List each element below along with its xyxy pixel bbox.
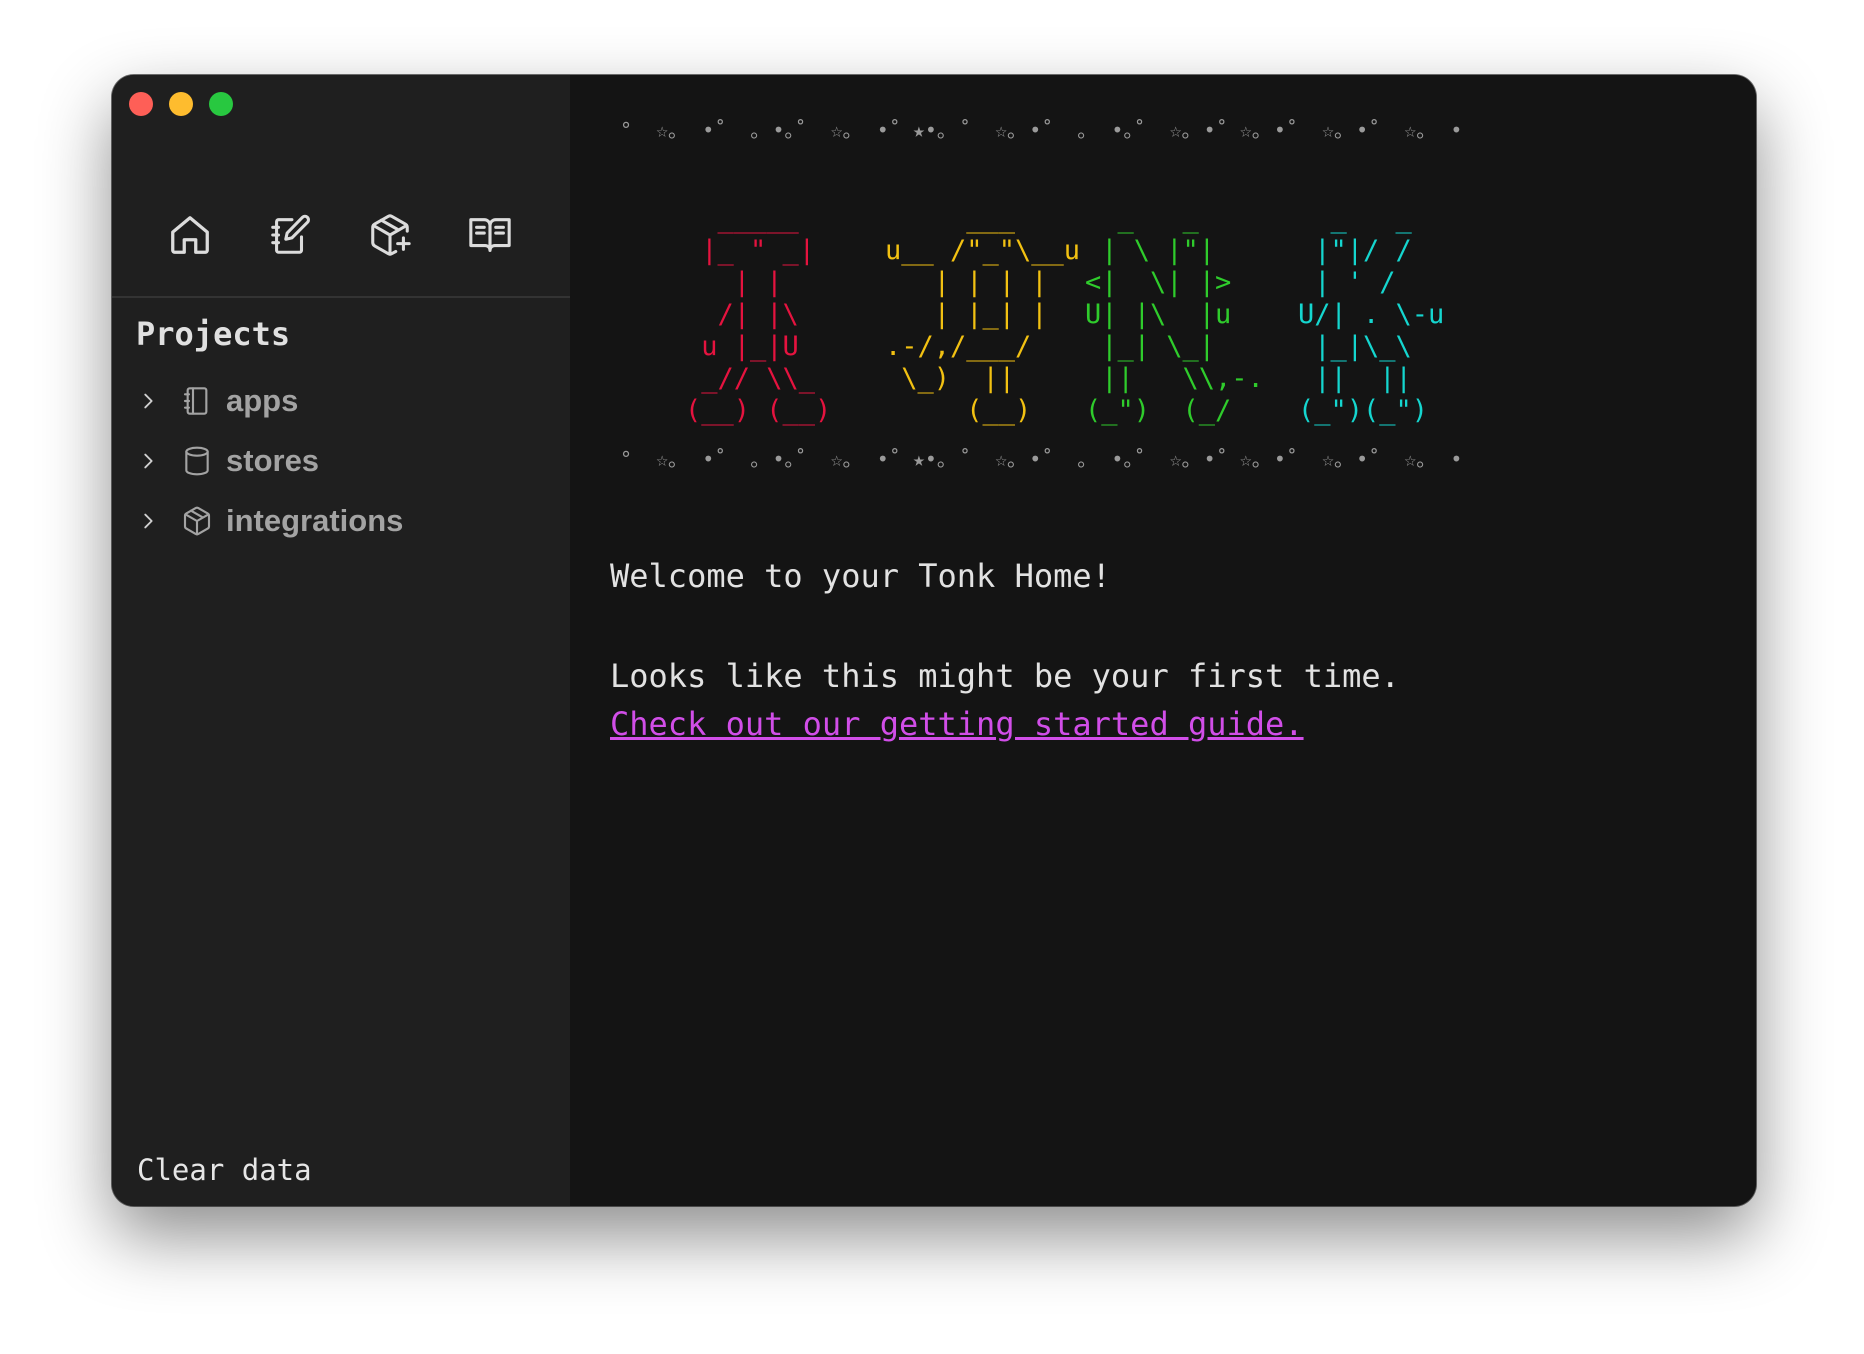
- tree-item-stores[interactable]: stores: [136, 431, 403, 491]
- package-plus-icon: [371, 214, 411, 256]
- stars-divider-top: ° ☆｡ •˚ ｡ •｡˚ ☆｡ •˚ ★•｡ ˚ ☆｡ •˚ ｡ •｡˚ ☆｡…: [620, 118, 1463, 142]
- tree-item-apps[interactable]: apps: [136, 371, 403, 431]
- new-integration-button[interactable]: [360, 205, 420, 265]
- tree-item-label: apps: [226, 383, 299, 418]
- ascii-letter-o: ___ u__ /"_"\__u | | | | | |_| | .-/,/__…: [885, 203, 1081, 426]
- app-window: Projects apps stores integrations Clear …: [112, 75, 1756, 1206]
- tree-item-label: integrations: [226, 503, 404, 538]
- ascii-letter-n: _ _ | \ |"| <| \| |> U| |\ |u |_| \_| ||…: [1085, 203, 1264, 426]
- window-close-button[interactable]: [129, 92, 153, 116]
- ascii-letter-k: _ _ |"|/ / | ' / U/| . \-u |_|\_\ || || …: [1298, 203, 1445, 426]
- book-open-icon: [469, 218, 511, 252]
- window-minimize-button[interactable]: [169, 92, 193, 116]
- welcome-message: Welcome to your Tonk Home!: [610, 557, 1111, 595]
- ascii-letter-t: _____ |_ " _| | | /| |\ u |_|U _// \\_ (…: [685, 203, 832, 426]
- docs-button[interactable]: [460, 205, 520, 265]
- chevron-right-icon[interactable]: [136, 449, 160, 473]
- tree-item-integrations[interactable]: integrations: [136, 491, 403, 551]
- project-tree: apps stores integrations: [136, 371, 403, 551]
- clear-data-button[interactable]: Clear data: [137, 1153, 312, 1187]
- chevron-right-icon[interactable]: [136, 509, 160, 533]
- window-zoom-button[interactable]: [209, 92, 233, 116]
- main-content: ° ☆｡ •˚ ｡ •｡˚ ☆｡ •˚ ★•｡ ˚ ☆｡ •˚ ｡ •｡˚ ☆｡…: [570, 75, 1756, 1206]
- sidebar: Projects apps stores integrations Clear …: [112, 75, 570, 1206]
- chevron-right-icon[interactable]: [136, 389, 160, 413]
- notebook-edit-icon: [271, 214, 310, 254]
- first-time-message: Looks like this might be your first time…: [610, 657, 1400, 695]
- home-button[interactable]: [160, 205, 220, 265]
- getting-started-link[interactable]: Check out our getting started guide.: [610, 705, 1304, 743]
- package-icon: [180, 504, 214, 538]
- home-icon: [171, 216, 209, 254]
- stars-divider-bottom: ° ☆｡ •˚ ｡ •｡˚ ☆｡ •˚ ★•｡ ˚ ☆｡ •˚ ｡ •｡˚ ☆｡…: [620, 447, 1463, 471]
- sidebar-toolbar: [112, 205, 570, 275]
- new-app-button[interactable]: [260, 205, 320, 265]
- toolbar-divider: [112, 296, 570, 298]
- notebook-icon: [180, 384, 214, 418]
- tree-item-label: stores: [226, 443, 320, 478]
- database-icon: [180, 444, 214, 478]
- projects-heading: Projects: [136, 315, 291, 353]
